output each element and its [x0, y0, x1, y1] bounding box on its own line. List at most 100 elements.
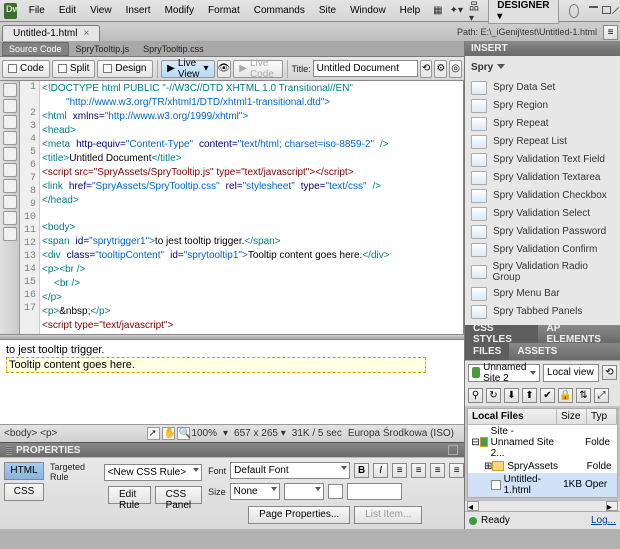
vtool-10[interactable]	[3, 227, 17, 241]
files-col-name[interactable]: Local Files	[468, 409, 557, 424]
vtool-6[interactable]	[3, 163, 17, 177]
vtool-7[interactable]	[3, 179, 17, 193]
window-size[interactable]: 657 x 265 ▾	[234, 428, 286, 439]
put-icon[interactable]: ⬆	[522, 388, 537, 403]
doc-menu-icon[interactable]: ≡	[603, 25, 618, 40]
insert-item-3[interactable]: Spry Repeat List	[471, 133, 614, 151]
select-tool-icon[interactable]: ➚	[147, 427, 160, 440]
targeted-rule-select[interactable]: <New CSS Rule>	[104, 464, 202, 481]
menu-help[interactable]: Help	[394, 2, 427, 19]
html-mode-button[interactable]: HTML	[4, 462, 44, 480]
css-styles-tab[interactable]: CSS STYLES	[465, 325, 538, 343]
related-file-js[interactable]: SpryTooltip.js	[69, 42, 137, 56]
live-code-button[interactable]: ▶ Live Code	[233, 60, 283, 78]
code-view-button[interactable]: Code	[2, 60, 50, 78]
tag-selector[interactable]: <body> <p>	[4, 428, 57, 439]
align-justify-icon[interactable]: ≡	[449, 463, 464, 478]
inspect-icon[interactable]: 👁	[217, 60, 232, 78]
css-panel-button[interactable]: CSS Panel	[155, 486, 203, 504]
refresh-icon[interactable]: ⟲	[602, 365, 617, 380]
title-input[interactable]	[313, 60, 418, 77]
align-left-icon[interactable]: ≡	[392, 463, 407, 478]
menu-edit[interactable]: Edit	[53, 2, 82, 19]
toolbar-icon-2[interactable]: ⚙	[434, 60, 447, 78]
files-col-type[interactable]: Typ	[587, 409, 617, 424]
log-link[interactable]: Log...	[591, 515, 616, 526]
insert-category[interactable]: Spry	[471, 60, 614, 75]
related-file-css[interactable]: SpryTooltip.css	[136, 42, 211, 56]
hand-tool-icon[interactable]: ✋	[162, 427, 175, 440]
vtool-8[interactable]	[3, 195, 17, 209]
insert-item-5[interactable]: Spry Validation Textarea	[471, 169, 614, 187]
split-view-button[interactable]: Split	[52, 60, 95, 78]
view-select[interactable]: Local view	[543, 364, 599, 382]
files-col-size[interactable]: Size	[557, 409, 587, 424]
vtool-1[interactable]	[3, 83, 17, 97]
align-right-icon[interactable]: ≡	[430, 463, 445, 478]
search-icon[interactable]	[569, 4, 579, 18]
align-center-icon[interactable]: ≡	[411, 463, 426, 478]
size-unit-select[interactable]	[284, 483, 324, 500]
tools-icon[interactable]: 品▾	[469, 3, 480, 19]
insert-item-9[interactable]: Spry Validation Confirm	[471, 241, 614, 259]
insert-item-10[interactable]: Spry Validation Radio Group	[471, 259, 614, 285]
menu-window[interactable]: Window	[344, 2, 392, 19]
toolbar-icon-3[interactable]: ◎	[449, 60, 462, 78]
zoom-level[interactable]: 100%	[191, 428, 217, 439]
file-row-folder[interactable]: ⊞SpryAssetsFolde	[468, 460, 617, 473]
close-tab-icon[interactable]: ×	[83, 28, 89, 39]
css-mode-button[interactable]: CSS	[4, 483, 44, 501]
site-select[interactable]: Unnamed Site 2	[468, 364, 540, 382]
font-select[interactable]: Default Font	[230, 462, 350, 479]
related-file-source[interactable]: Source Code	[2, 42, 69, 56]
insert-item-6[interactable]: Spry Validation Checkbox	[471, 187, 614, 205]
size-select[interactable]: None	[230, 483, 280, 500]
design-view[interactable]: to jest tooltip trigger. Tooltip content…	[0, 340, 464, 424]
toolbar-icon-1[interactable]: ⟲	[420, 60, 433, 78]
code-editor[interactable]: <!DOCTYPE html PUBLIC "-//W3C//DTD XHTML…	[40, 81, 463, 334]
vtool-9[interactable]	[3, 211, 17, 225]
encoding[interactable]: Europa Środkowa (ISO)	[348, 428, 454, 439]
bold-button[interactable]: B	[354, 463, 369, 478]
vtool-4[interactable]	[3, 131, 17, 145]
tooltip-trigger-text[interactable]: to jest tooltip trigger.	[6, 344, 458, 356]
vtool-2[interactable]	[3, 99, 17, 113]
workspace-switcher[interactable]: DESIGNER ▾	[488, 0, 558, 24]
extension-icon[interactable]: ✦▾	[450, 3, 463, 19]
files-tab[interactable]: FILES	[465, 343, 509, 360]
sync-icon[interactable]: ⇅	[576, 388, 591, 403]
page-properties-button[interactable]: Page Properties...	[248, 506, 350, 524]
menu-modify[interactable]: Modify	[159, 2, 200, 19]
files-hscroll[interactable]: ◂▸	[465, 500, 620, 512]
vtool-5[interactable]	[3, 147, 17, 161]
live-view-button[interactable]: ▶ Live View ▾	[161, 60, 214, 78]
insert-item-2[interactable]: Spry Repeat	[471, 115, 614, 133]
insert-item-8[interactable]: Spry Validation Password	[471, 223, 614, 241]
file-row-site[interactable]: ⊟Site - Unnamed Site 2...Folde	[468, 425, 617, 460]
window-controls[interactable]	[589, 6, 616, 15]
expand-icon[interactable]: ⤢	[594, 388, 609, 403]
insert-item-0[interactable]: Spry Data Set	[471, 79, 614, 97]
color-swatch[interactable]	[328, 484, 343, 499]
checkin-icon[interactable]: 🔒	[558, 388, 573, 403]
panel-grip[interactable]	[6, 446, 12, 455]
menu-insert[interactable]: Insert	[120, 2, 157, 19]
italic-button[interactable]: I	[373, 463, 388, 478]
layout-icon[interactable]: ▦	[432, 3, 443, 19]
checkout-icon[interactable]: ✔	[540, 388, 555, 403]
insert-item-11[interactable]: Spry Menu Bar	[471, 285, 614, 303]
insert-item-7[interactable]: Spry Validation Select	[471, 205, 614, 223]
file-row-current[interactable]: Untitled-1.html1KBOper	[468, 473, 617, 497]
vtool-3[interactable]	[3, 115, 17, 129]
connect-icon[interactable]: ⚲	[468, 388, 483, 403]
insert-item-12[interactable]: Spry Tabbed Panels	[471, 303, 614, 321]
zoom-tool-icon[interactable]: 🔍	[177, 427, 190, 440]
menu-view[interactable]: View	[84, 2, 118, 19]
edit-rule-button[interactable]: Edit Rule	[108, 486, 151, 504]
tooltip-content-box[interactable]: Tooltip content goes here.	[6, 357, 426, 373]
refresh2-icon[interactable]: ↻	[486, 388, 501, 403]
document-tab[interactable]: Untitled-1.html×	[2, 25, 100, 41]
insert-item-1[interactable]: Spry Region	[471, 97, 614, 115]
menu-site[interactable]: Site	[313, 2, 342, 19]
get-icon[interactable]: ⬇	[504, 388, 519, 403]
